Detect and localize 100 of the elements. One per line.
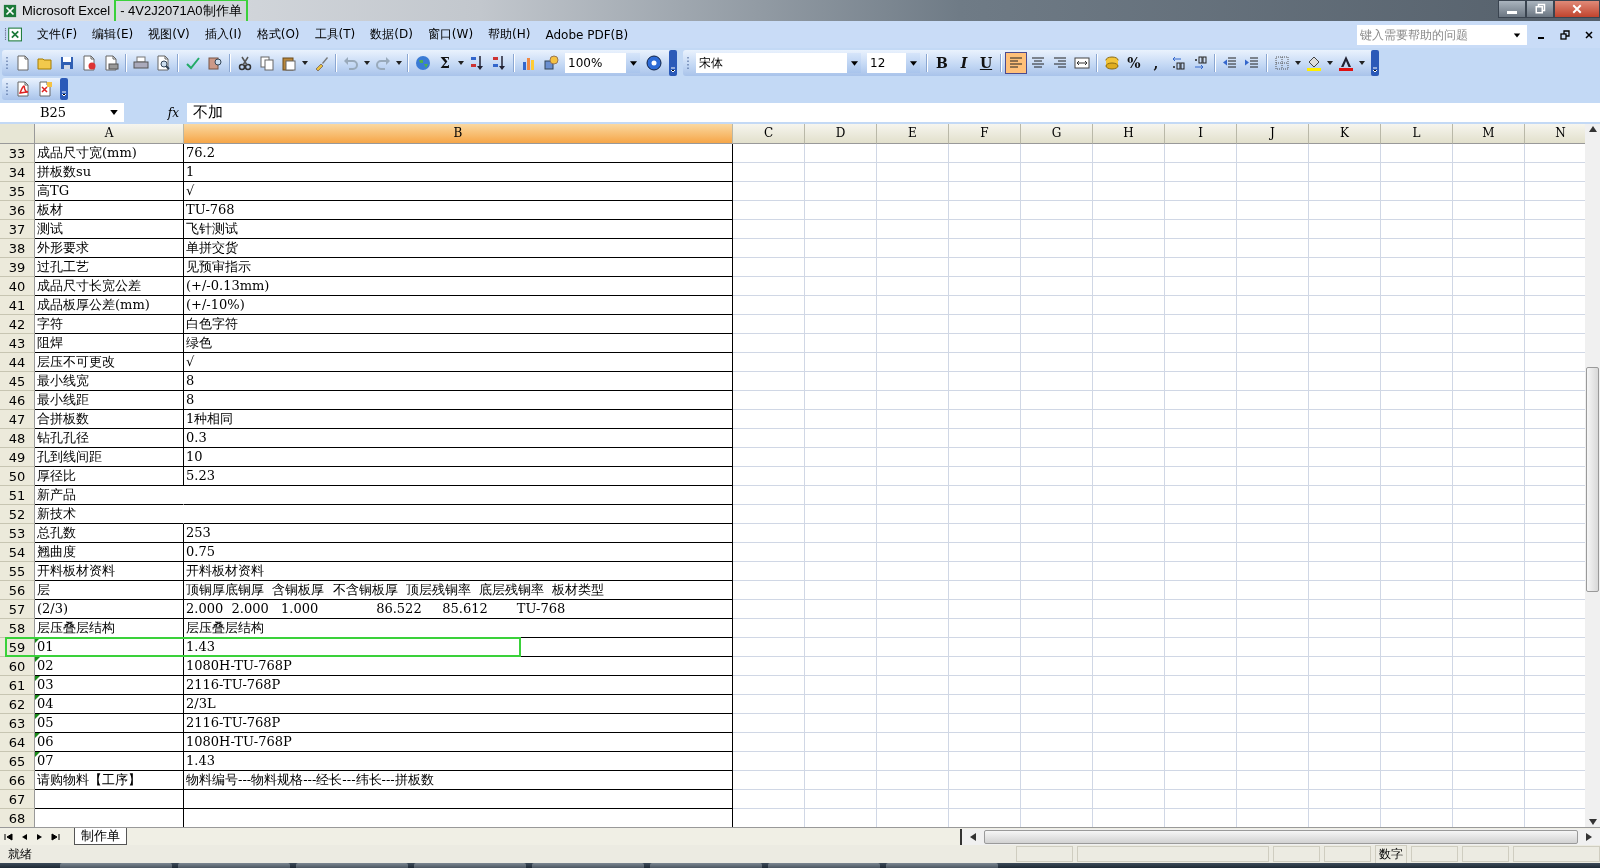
function-label[interactable]: fx (124, 105, 187, 120)
row-header[interactable]: 57 (0, 600, 35, 619)
row-header[interactable]: 68 (0, 809, 35, 827)
caret-icon[interactable] (1295, 61, 1301, 65)
italic-button[interactable]: I (953, 52, 975, 74)
toolbar-options-icon[interactable] (1371, 50, 1379, 76)
column-header[interactable]: C (733, 124, 805, 144)
caret-icon[interactable] (396, 61, 402, 65)
row-header[interactable]: 46 (0, 391, 35, 410)
close-icon[interactable] (1584, 29, 1594, 40)
vertical-scrollbar[interactable] (1585, 124, 1600, 827)
caret-icon[interactable] (1327, 61, 1333, 65)
caret-icon[interactable] (909, 60, 917, 66)
scroll-thumb[interactable] (1586, 367, 1599, 592)
menu-item[interactable]: 插入(I) (197, 24, 250, 45)
restore-icon[interactable] (1560, 29, 1570, 40)
row-header[interactable]: 67 (0, 790, 35, 809)
menu-item[interactable]: 编辑(E) (85, 24, 142, 45)
row-header[interactable]: 66 (0, 771, 35, 790)
column-header[interactable]: B (184, 124, 733, 144)
row-header[interactable]: 56 (0, 581, 35, 600)
formula-field[interactable]: 不加 (187, 103, 1600, 122)
row-header[interactable]: 37 (0, 220, 35, 239)
row-header[interactable]: 47 (0, 410, 35, 429)
menu-item[interactable]: 数据(D) (363, 24, 421, 45)
column-header[interactable]: G (1021, 124, 1093, 144)
caret-icon[interactable] (364, 61, 370, 65)
menu-item[interactable]: 视图(V) (141, 24, 198, 45)
minimize-button[interactable] (1498, 0, 1526, 18)
caret-icon[interactable] (110, 110, 118, 115)
column-header[interactable]: N (1525, 124, 1585, 144)
row-header[interactable]: 34 (0, 163, 35, 182)
row-header[interactable]: 53 (0, 524, 35, 543)
column-header[interactable]: F (949, 124, 1021, 144)
align-left-icon[interactable] (1005, 52, 1027, 74)
restore-button[interactable] (1526, 0, 1554, 18)
menu-item[interactable]: 格式(O) (249, 24, 308, 45)
row-header[interactable]: 41 (0, 296, 35, 315)
toolbar-grip-icon[interactable] (5, 55, 9, 71)
scroll-right-icon[interactable] (1586, 832, 1592, 841)
font-size-dropdown[interactable]: 12 (867, 53, 920, 73)
help-search-field[interactable]: 键入需要帮助的问题 (1356, 23, 1528, 46)
menu-item[interactable]: 帮助(H) (481, 24, 539, 45)
row-header[interactable]: 42 (0, 315, 35, 334)
toolbar-options-icon[interactable] (60, 78, 68, 100)
caret-icon[interactable] (629, 60, 637, 66)
column-header[interactable]: H (1093, 124, 1165, 144)
column-header[interactable]: A (35, 124, 184, 144)
column-header[interactable]: D (805, 124, 877, 144)
row-header[interactable]: 51 (0, 486, 35, 505)
scroll-left-icon[interactable] (970, 832, 976, 841)
column-header[interactable]: M (1453, 124, 1525, 144)
column-header[interactable]: J (1237, 124, 1309, 144)
percent-button[interactable]: % (1123, 52, 1145, 74)
caret-icon[interactable] (1513, 30, 1521, 39)
row-header[interactable]: 35 (0, 182, 35, 201)
horizontal-scrollbar[interactable] (960, 828, 1600, 845)
font-dropdown[interactable]: 宋体 (696, 53, 861, 73)
spreadsheet-icon[interactable] (4, 26, 24, 43)
row-header[interactable]: 52 (0, 505, 35, 524)
toolbar-grip-icon[interactable] (5, 81, 9, 97)
column-header[interactable]: I (1165, 124, 1237, 144)
bold-button[interactable]: B (931, 52, 953, 74)
row-header[interactable]: 38 (0, 239, 35, 258)
row-header[interactable]: 55 (0, 562, 35, 581)
row-header[interactable]: 63 (0, 714, 35, 733)
row-header[interactable]: 60 (0, 657, 35, 676)
row-header[interactable]: 39 (0, 258, 35, 277)
row-header[interactable]: 43 (0, 334, 35, 353)
menu-item[interactable]: 窗口(W) (420, 24, 482, 45)
caret-icon[interactable] (302, 61, 308, 65)
menu-item[interactable]: Adobe PDF(B) (538, 25, 637, 44)
row-header[interactable]: 49 (0, 448, 35, 467)
row-header[interactable]: 64 (0, 733, 35, 752)
scroll-up-icon[interactable] (1588, 126, 1597, 132)
row-header[interactable]: 40 (0, 277, 35, 296)
row-header[interactable]: 50 (0, 467, 35, 486)
menu-item[interactable]: 文件(F) (30, 24, 86, 45)
row-header[interactable]: 33 (0, 144, 35, 163)
zoom-dropdown[interactable]: 100% (565, 53, 640, 73)
toolbar-grip-icon[interactable] (686, 55, 690, 71)
column-header[interactable]: E (877, 124, 949, 144)
first-sheet-icon[interactable] (3, 831, 13, 842)
caret-icon[interactable] (1359, 61, 1365, 65)
row-header[interactable]: 58 (0, 619, 35, 638)
caret-icon[interactable] (850, 60, 858, 66)
sum-button[interactable]: Σ (434, 52, 456, 74)
name-box[interactable]: B25 (0, 103, 124, 122)
sheet-tab[interactable]: 制作单 (74, 828, 127, 845)
row-header[interactable]: 54 (0, 543, 35, 562)
menu-item[interactable]: 工具(T) (307, 24, 364, 45)
caret-icon[interactable] (458, 61, 464, 65)
scroll-down-icon[interactable] (1588, 819, 1597, 825)
underline-button[interactable]: U (975, 52, 997, 74)
close-button[interactable] (1554, 0, 1600, 18)
row-header[interactable]: 45 (0, 372, 35, 391)
scroll-thumb[interactable] (984, 829, 1578, 844)
row-header[interactable]: 48 (0, 429, 35, 448)
row-header[interactable]: 44 (0, 353, 35, 372)
column-header[interactable]: L (1381, 124, 1453, 144)
